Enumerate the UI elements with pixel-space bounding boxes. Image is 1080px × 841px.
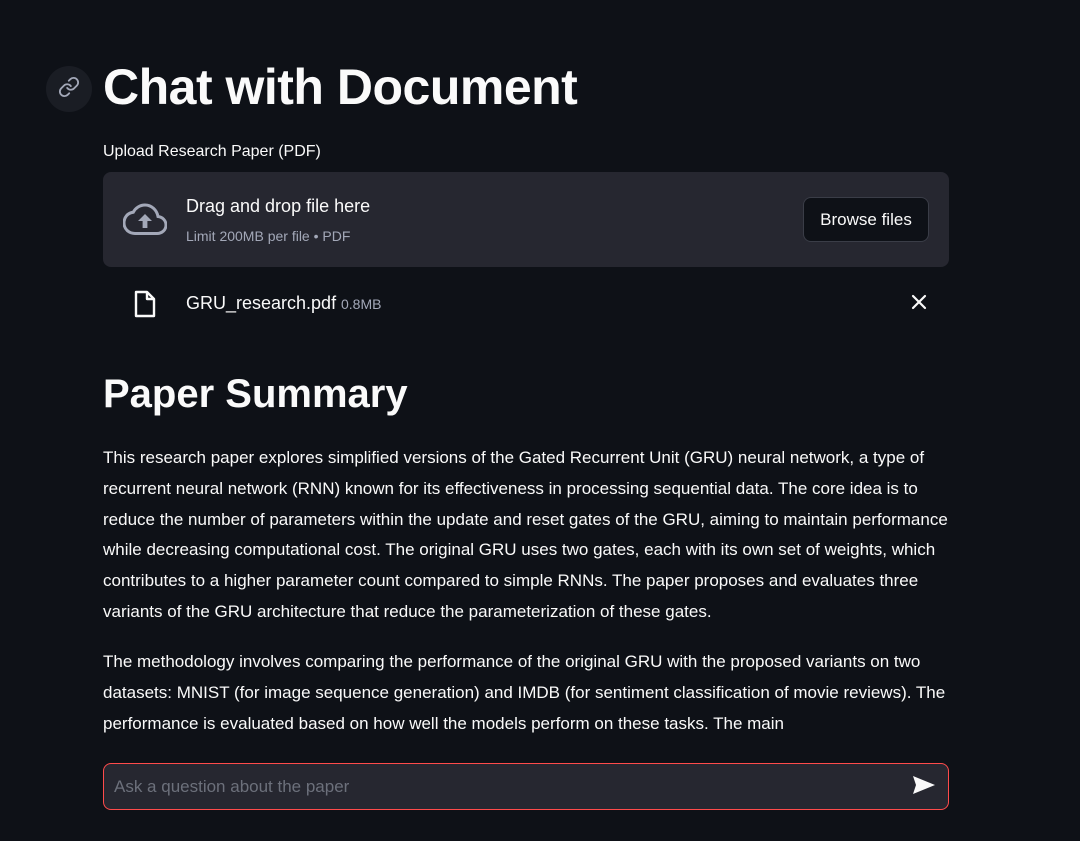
link-icon — [58, 76, 80, 103]
uploaded-file-row: GRU_research.pdf 0.8MB — [103, 286, 949, 322]
cloud-upload-icon — [122, 203, 168, 240]
title-anchor-link[interactable] — [46, 66, 92, 112]
uploaded-file-name: GRU_research.pdf — [186, 293, 337, 313]
dropzone-instruction: Drag and drop file here — [186, 196, 371, 216]
app-page: Chat with Document Upload Research Paper… — [0, 0, 1080, 841]
chat-input-container — [103, 763, 949, 810]
summary-heading: Paper Summary — [103, 372, 408, 416]
send-icon — [912, 775, 936, 800]
file-icon — [133, 290, 157, 323]
close-icon — [911, 294, 927, 315]
summary-paragraph: This research paper explores simplified … — [103, 448, 948, 621]
file-dropzone[interactable]: Drag and drop file here Limit 200MB per … — [103, 172, 949, 267]
summary-paragraph: The methodology involves comparing the p… — [103, 652, 946, 733]
page-title: Chat with Document — [103, 59, 578, 115]
chat-question-input[interactable] — [104, 764, 884, 809]
remove-file-button[interactable] — [905, 290, 933, 318]
uploaded-file-size: 0.8MB — [341, 296, 382, 312]
uploader-label: Upload Research Paper (PDF) — [103, 143, 321, 160]
send-button[interactable] — [910, 774, 938, 800]
browse-files-button[interactable]: Browse files — [803, 197, 929, 242]
dropzone-limit: Limit 200MB per file • PDF — [186, 228, 351, 244]
